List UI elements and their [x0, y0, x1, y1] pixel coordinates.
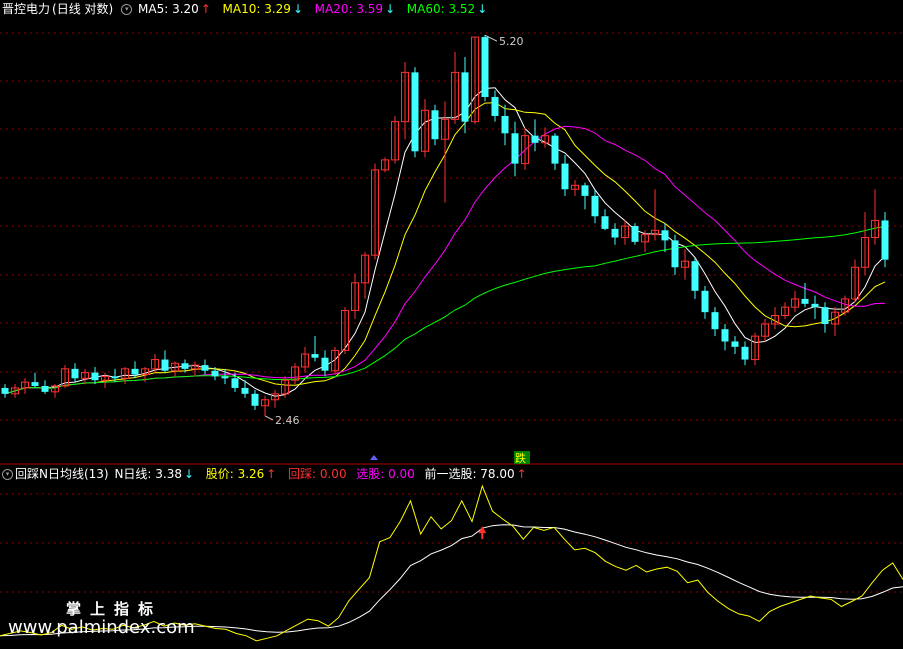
- candle-down: [811, 303, 819, 308]
- candle-down: [581, 185, 589, 196]
- candle-down: [671, 240, 679, 268]
- candle-down: [311, 354, 319, 358]
- high-label: 5.20: [499, 35, 524, 48]
- ma20-label: MA20: 3.59 ↓: [314, 2, 396, 16]
- candle-down: [1, 387, 9, 394]
- candle-down: [711, 312, 719, 330]
- settings-circle-icon[interactable]: ▾: [2, 469, 13, 480]
- settings-circle-icon[interactable]: ▾: [121, 4, 133, 15]
- main-header: 晋控电力 (日线 对数) ▾ MA5: 3.20 ↑ MA10: 3.29 ↓ MA20…: [2, 2, 491, 16]
- candle-down: [611, 228, 619, 238]
- low-pointer: [264, 415, 274, 421]
- watermark-url: www.palmindex.com: [8, 617, 195, 638]
- ma60-line: [4, 225, 886, 395]
- candle-down: [161, 359, 169, 371]
- candle-down: [411, 72, 419, 152]
- stock-title: 晋控电力: [2, 2, 51, 16]
- candle-down: [601, 216, 609, 229]
- candle-down: [561, 163, 569, 190]
- candle-down: [321, 357, 329, 371]
- candle-down: [181, 363, 189, 369]
- candle-down: [491, 96, 499, 116]
- candle-down: [631, 226, 639, 242]
- candle-down: [221, 376, 229, 379]
- candle-down: [731, 341, 739, 347]
- candle-down: [41, 386, 49, 392]
- candle-down: [591, 195, 599, 217]
- candle-down: [91, 372, 99, 381]
- marker-arrow-icon: [370, 455, 378, 460]
- prev-select-label: 前一选股: 78.00 ↑: [424, 467, 527, 481]
- fall-label: 跌: [515, 451, 526, 465]
- n-line-label: N日线: 3.38 ↓: [114, 467, 195, 481]
- candle-down: [801, 298, 809, 304]
- watermark-title: 掌上指标: [66, 600, 163, 618]
- candle-down: [111, 376, 119, 379]
- sub-header: ▾ 回踩N日均线(13) N日线: 3.38 ↓ 股价: 3.26 ↑ 回踩: 0.0…: [2, 467, 531, 481]
- kline-chart: 5.20 2.46 跌: [0, 32, 903, 642]
- candle-down: [661, 230, 669, 241]
- candle-down: [531, 135, 539, 143]
- candle-down: [131, 368, 139, 375]
- ma60-label: MA60: 3.52 ↓: [406, 2, 488, 16]
- candle-down: [241, 387, 249, 394]
- candle-down: [551, 135, 559, 164]
- candle-down: [201, 365, 209, 371]
- candle-down: [511, 133, 519, 164]
- indicator-title: 回踩N日均线(13): [15, 467, 109, 481]
- select-arrow-icon: [478, 526, 487, 540]
- candle-down: [721, 329, 729, 342]
- select-label: 选股: 0.00: [356, 467, 415, 481]
- candle-down: [211, 370, 219, 377]
- candle-down: [31, 382, 39, 387]
- candle-down: [481, 37, 489, 97]
- candle-down: [461, 72, 469, 122]
- pullback-label: 回踩: 0.00: [288, 467, 347, 481]
- ma5-label: MA5: 3.20 ↑: [138, 2, 211, 16]
- candle-down: [691, 261, 699, 291]
- candle-down: [821, 307, 829, 325]
- candle-down: [741, 346, 749, 360]
- candle-down: [251, 393, 259, 406]
- candle-down: [231, 378, 239, 388]
- candle-down: [881, 220, 889, 260]
- candle-down: [431, 110, 439, 140]
- price-label: 股价: 3.26 ↑: [205, 467, 277, 481]
- period-label: (日线 对数): [52, 2, 114, 16]
- candle-down: [501, 115, 509, 134]
- ma10-label: MA10: 3.29 ↓: [222, 2, 303, 16]
- candle-down: [701, 290, 709, 313]
- candle-down: [71, 368, 79, 379]
- low-label: 2.46: [275, 414, 300, 427]
